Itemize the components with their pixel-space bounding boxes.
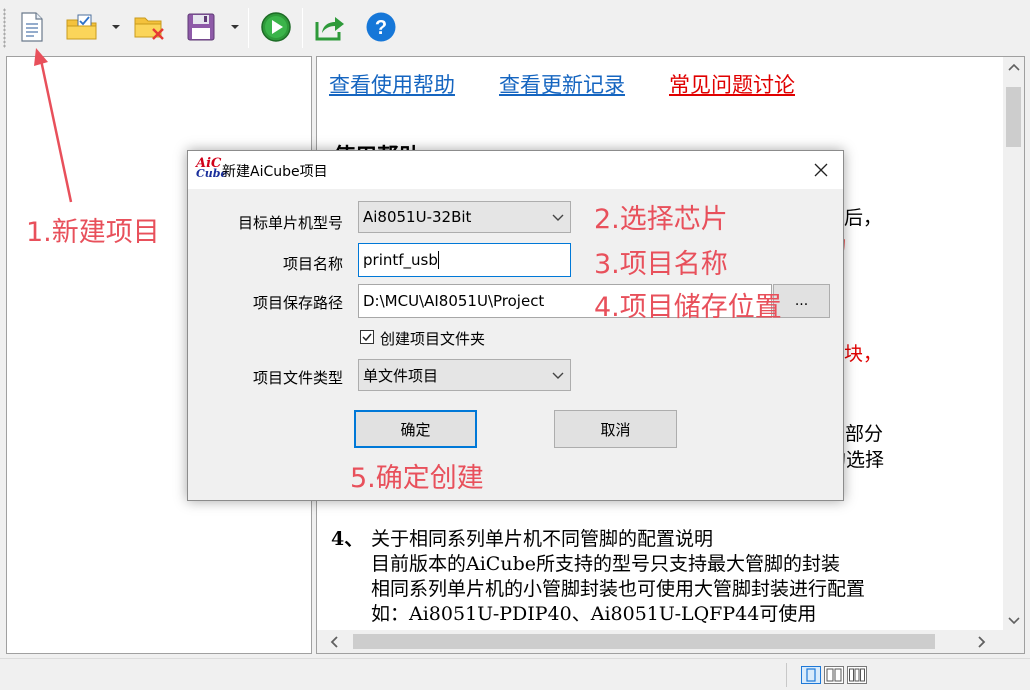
layout-icon	[806, 668, 816, 682]
text-cursor	[437, 251, 439, 269]
close-project-icon	[134, 17, 164, 40]
chevron-down-icon	[1007, 617, 1020, 625]
section-number: 4、	[331, 528, 364, 550]
horizontal-scrollbar[interactable]	[317, 630, 1003, 653]
layout-split-button[interactable]	[824, 666, 844, 684]
link-view-help[interactable]: 查看使用帮助	[329, 69, 455, 99]
chevron-up-icon	[1007, 63, 1020, 71]
status-divider	[786, 663, 787, 687]
project-name-value: printf_usb	[363, 251, 438, 269]
logo-text-bottom: Cube	[196, 167, 228, 180]
annotation-new-project: 1.新建项目	[26, 217, 160, 248]
help-button[interactable]: ?	[363, 8, 399, 46]
cancel-button[interactable]: 取消	[554, 410, 677, 448]
scroll-thumb[interactable]	[1006, 87, 1021, 147]
create-folder-label[interactable]: 创建项目文件夹	[380, 328, 485, 349]
toolbar: ?	[0, 0, 1030, 54]
chevron-down-icon	[552, 214, 564, 221]
toolbar-separator	[248, 8, 249, 48]
chevron-right-icon	[978, 635, 986, 648]
layout-icon	[849, 668, 865, 682]
layout-icon	[826, 668, 842, 682]
mcu-model-label: 目标单片机型号	[237, 214, 343, 232]
file-type-value: 单文件项目	[363, 366, 439, 385]
dialog-close-button[interactable]	[809, 158, 833, 182]
run-button[interactable]	[258, 8, 294, 46]
export-icon	[315, 17, 344, 41]
dialog-titlebar[interactable]: AiC Cube 新建AiCube项目	[188, 151, 843, 189]
section-line: 目前版本的AiCube所支持的型号只支持最大管脚的封装	[371, 553, 840, 575]
annotation-arrow	[34, 48, 73, 203]
doc-text-fragment: 部分	[845, 423, 884, 445]
export-button[interactable]	[312, 8, 348, 46]
annotation-select-chip: 2.选择芯片	[594, 204, 728, 235]
scroll-thumb[interactable]	[353, 634, 935, 649]
save-project-button[interactable]	[183, 8, 219, 46]
vertical-scrollbar[interactable]	[1003, 57, 1024, 631]
chevron-down-icon	[552, 372, 564, 379]
scroll-down-button[interactable]	[1003, 611, 1024, 631]
help-icon: ?	[366, 12, 396, 42]
status-bar	[0, 658, 1030, 690]
layout-single-button[interactable]	[801, 666, 821, 684]
link-view-changelog[interactable]: 查看更新记录	[499, 69, 625, 99]
save-path-value: D:\MCU\AI8051U\Project	[363, 292, 545, 310]
scroll-up-button[interactable]	[1003, 57, 1024, 77]
scroll-right-button[interactable]	[971, 630, 993, 653]
scroll-left-button[interactable]	[323, 630, 345, 653]
close-icon	[814, 163, 828, 177]
svg-text:?: ?	[375, 17, 387, 39]
annotation-confirm-create: 5.确定创建	[350, 463, 484, 494]
project-name-label: 项目名称	[282, 255, 343, 273]
annotation-project-name: 3.项目名称	[594, 249, 728, 280]
new-project-dialog: AiC Cube 新建AiCube项目 目标单片机型号 Ai8051U-32Bi…	[187, 150, 844, 501]
mcu-model-select[interactable]: Ai8051U-32Bit	[358, 201, 571, 233]
save-path-label: 项目保存路径	[252, 294, 343, 312]
check-icon	[362, 333, 372, 342]
section-line: 相同系列单片机的小管脚封装也可使用大管脚封装进行配置	[371, 578, 866, 600]
dialog-title: 新建AiCube项目	[222, 164, 328, 180]
create-folder-checkbox[interactable]	[360, 330, 374, 344]
mcu-model-value: Ai8051U-32Bit	[363, 208, 472, 226]
file-type-select[interactable]: 单文件项目	[358, 359, 571, 391]
file-type-label: 项目文件类型	[252, 369, 343, 387]
annotation-save-location: 4.项目储存位置	[594, 292, 782, 323]
ok-button[interactable]: 确定	[354, 410, 477, 448]
scrollbar-corner	[1003, 630, 1024, 653]
run-icon	[261, 12, 291, 42]
aicube-logo: AiC Cube	[196, 157, 228, 181]
section-line: 关于相同系列单片机不同管脚的配置说明	[371, 528, 714, 550]
link-faq-discussion[interactable]: 常见问题讨论	[669, 69, 795, 99]
save-project-icon	[187, 13, 215, 41]
chevron-left-icon	[330, 635, 338, 648]
toolbar-separator	[302, 8, 303, 48]
section-line: 如：Ai8051U-PDIP40、Ai8051U-LQFP44可使用	[371, 603, 817, 625]
layout-triple-button[interactable]	[847, 666, 867, 684]
chevron-down-icon[interactable]	[230, 22, 240, 32]
close-project-button[interactable]	[132, 8, 168, 46]
project-name-input[interactable]: printf_usb	[358, 243, 571, 277]
